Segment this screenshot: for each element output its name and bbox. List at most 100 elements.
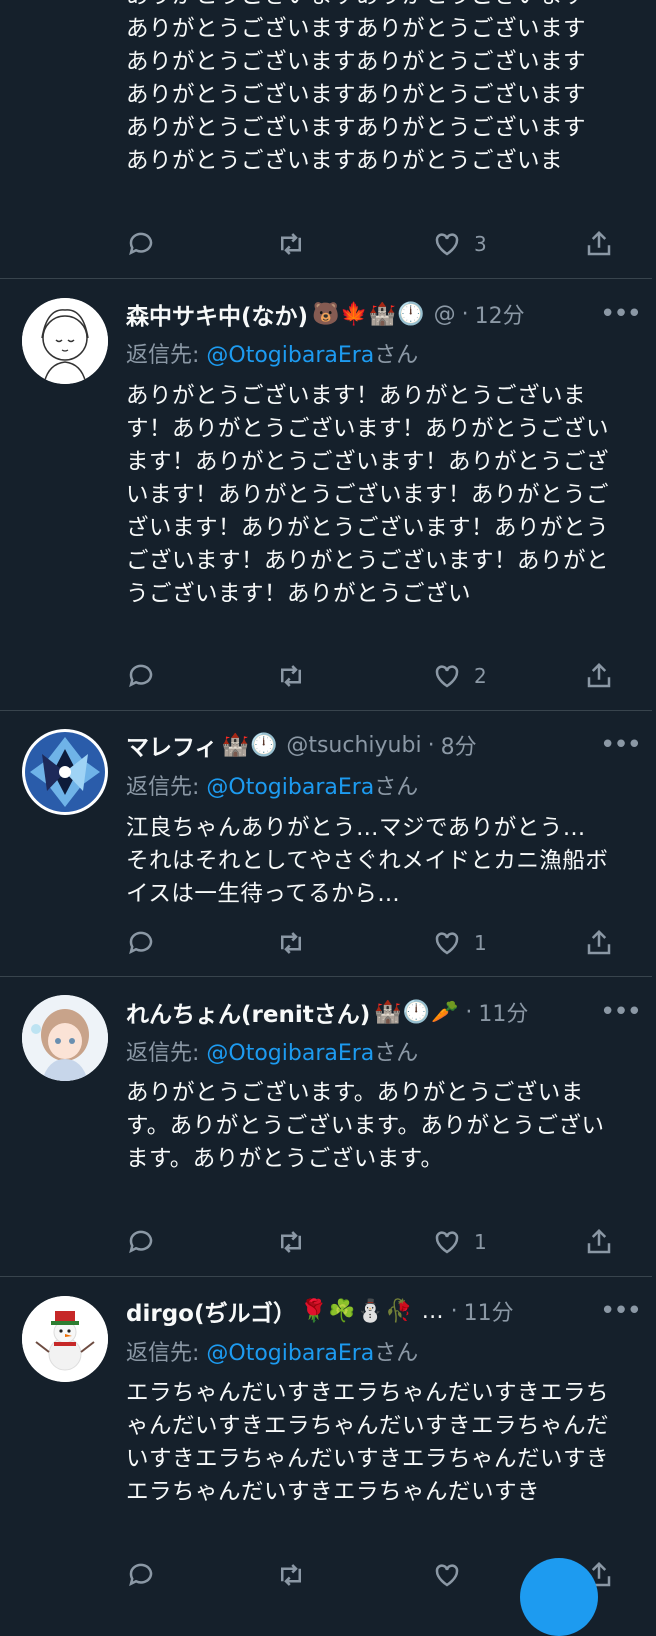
timestamp[interactable]: 8分 — [441, 729, 477, 761]
share-icon — [587, 662, 611, 688]
reply-icon — [129, 931, 153, 955]
heart-icon — [435, 233, 459, 256]
more-options-icon[interactable]: ••• — [600, 1292, 642, 1330]
display-name[interactable]: れんちょん(renitさん) — [126, 995, 370, 1029]
reply-mention[interactable]: @OtogibaraEra — [206, 1041, 374, 1066]
avatar[interactable] — [22, 729, 108, 815]
tweet[interactable]: マレフィ 🏰🕛 @tsuchiyubi · 8分 ••• 返信先: @Otogi… — [0, 711, 652, 977]
avatar[interactable] — [22, 1296, 108, 1382]
tweet[interactable]: 森中サキ中(なか) 🐻🍁🏰🕛 @ · 12分 ••• 返信先: @Otogiba… — [0, 279, 652, 711]
retweet-button[interactable] — [276, 226, 306, 262]
reply-icon — [129, 232, 153, 256]
reply-prefix: 返信先: — [126, 1041, 207, 1066]
like-button[interactable]: 3 — [432, 226, 487, 262]
name-emojis: 🏰🕛 — [221, 732, 279, 758]
share-button[interactable] — [584, 658, 614, 694]
reply-suffix: さん — [374, 1041, 419, 1066]
reply-prefix: 返信先: — [126, 343, 207, 368]
reply-to: 返信先: @OtogibaraEraさん — [126, 340, 418, 372]
heart-icon — [435, 932, 459, 955]
like-count: 3 — [474, 232, 487, 256]
reply-icon — [129, 664, 153, 688]
reply-icon — [129, 1230, 153, 1254]
name-emojis: 🌹☘️⛄🥀 … — [300, 1298, 445, 1324]
more-options-icon[interactable]: ••• — [600, 993, 642, 1031]
more-options-icon[interactable]: ••• — [600, 726, 642, 764]
timestamp[interactable]: 12分 — [475, 298, 525, 330]
reply-to: 返信先: @OtogibaraEraさん — [126, 1038, 418, 1070]
avatar-image — [22, 1296, 108, 1382]
like-count: 1 — [474, 1230, 487, 1254]
tweet-header: 森中サキ中(なか) 🐻🍁🏰🕛 @ · 12分 — [126, 295, 596, 333]
heart-icon — [435, 1231, 459, 1254]
reply-mention[interactable]: @OtogibaraEra — [206, 775, 374, 800]
reply-button[interactable] — [126, 658, 156, 694]
tweet-header: マレフィ 🏰🕛 @tsuchiyubi · 8分 — [126, 726, 596, 764]
scroll-edge — [652, 0, 656, 1594]
reply-to: 返信先: @OtogibaraEraさん — [126, 1338, 418, 1370]
separator-dot: · — [465, 999, 473, 1025]
tweet[interactable]: dirgo(ぢルゴ） 🌹☘️⛄🥀 … · 11分 ••• 返信先: @Otogi… — [0, 1277, 652, 1597]
tweet-text: ありがとうございます。ありがとうございます。ありがとうございます。ありがとうござ… — [126, 1080, 605, 1172]
tweet[interactable]: ありがとうございますありがとうございます ありがとうございますありがとうございま… — [0, 0, 652, 279]
like-button[interactable] — [432, 1557, 474, 1593]
share-icon — [587, 929, 611, 955]
avatar-image — [22, 729, 108, 815]
avatar[interactable] — [22, 995, 108, 1081]
retweet-button[interactable] — [276, 658, 306, 694]
avatar-image — [22, 298, 108, 384]
reply-suffix: さん — [374, 775, 419, 800]
reply-prefix: 返信先: — [126, 1341, 207, 1366]
tweet-text: 江良ちゃんありがとう…マジでありがとう… それはそれとしてやさぐれメイドとカニ漁… — [126, 815, 609, 907]
share-button[interactable] — [584, 226, 614, 262]
reply-suffix: さん — [374, 1341, 419, 1366]
avatar[interactable] — [22, 298, 108, 384]
reply-to: 返信先: @OtogibaraEraさん — [126, 772, 418, 804]
retweet-icon — [281, 1231, 301, 1253]
like-button[interactable]: 1 — [432, 1224, 487, 1260]
like-count: 2 — [474, 664, 487, 688]
reply-mention[interactable]: @OtogibaraEra — [206, 1341, 374, 1366]
share-button[interactable] — [584, 1224, 614, 1260]
retweet-button[interactable] — [276, 925, 306, 961]
tweet-text: ありがとうございますありがとうございます ありがとうございますありがとうございま… — [126, 0, 587, 174]
reply-button[interactable] — [126, 1224, 156, 1260]
avatar-image — [22, 995, 108, 1081]
display-name[interactable]: 森中サキ中(なか) — [126, 297, 308, 331]
share-icon — [587, 1228, 611, 1254]
compose-tweet-button[interactable] — [520, 1558, 598, 1636]
tweet[interactable]: れんちょん(renitさん) 🏰🕛🥕 · 11分 ••• 返信先: @Otogi… — [0, 977, 652, 1277]
display-name[interactable]: dirgo(ぢルゴ） — [126, 1294, 296, 1328]
like-button[interactable]: 2 — [432, 658, 487, 694]
timestamp[interactable]: 11分 — [478, 996, 528, 1028]
timestamp[interactable]: 11分 — [464, 1295, 514, 1327]
tweet-actions: 1 — [126, 1224, 626, 1260]
like-count: 1 — [474, 931, 487, 955]
like-button[interactable]: 1 — [432, 925, 487, 961]
heart-icon — [435, 1564, 459, 1587]
tweet-text: ありがとうございます！ありがとうございます！ありがとうございます！ありがとうござ… — [126, 383, 610, 607]
heart-icon — [435, 665, 459, 688]
tweet-actions: 3 — [126, 226, 626, 262]
reply-button[interactable] — [126, 1557, 156, 1593]
tweet-text: エラちゃんだいすきエラちゃんだいすきエラちゃんだいすきエラちゃんだいすきエラちゃ… — [126, 1380, 610, 1505]
user-handle[interactable]: @ — [434, 302, 456, 327]
reply-button[interactable] — [126, 925, 156, 961]
share-button[interactable] — [584, 925, 614, 961]
reply-prefix: 返信先: — [126, 775, 207, 800]
tweet-actions: 2 — [126, 658, 626, 694]
retweet-icon — [281, 932, 301, 954]
user-handle[interactable]: @tsuchiyubi — [286, 733, 421, 758]
tweet-header: dirgo(ぢルゴ） 🌹☘️⛄🥀 … · 11分 — [126, 1292, 596, 1330]
reply-icon — [129, 1563, 153, 1587]
tweet-header: れんちょん(renitさん) 🏰🕛🥕 · 11分 — [126, 993, 596, 1031]
reply-mention[interactable]: @OtogibaraEra — [206, 343, 374, 368]
name-emojis: 🐻🍁🏰🕛 — [312, 301, 426, 327]
separator-dot: · — [427, 732, 435, 758]
reply-button[interactable] — [126, 226, 156, 262]
more-options-icon[interactable]: ••• — [600, 295, 642, 333]
retweet-button[interactable] — [276, 1224, 306, 1260]
retweet-button[interactable] — [276, 1557, 306, 1593]
display-name[interactable]: マレフィ — [126, 728, 218, 762]
tweet-actions: 1 — [126, 925, 626, 961]
